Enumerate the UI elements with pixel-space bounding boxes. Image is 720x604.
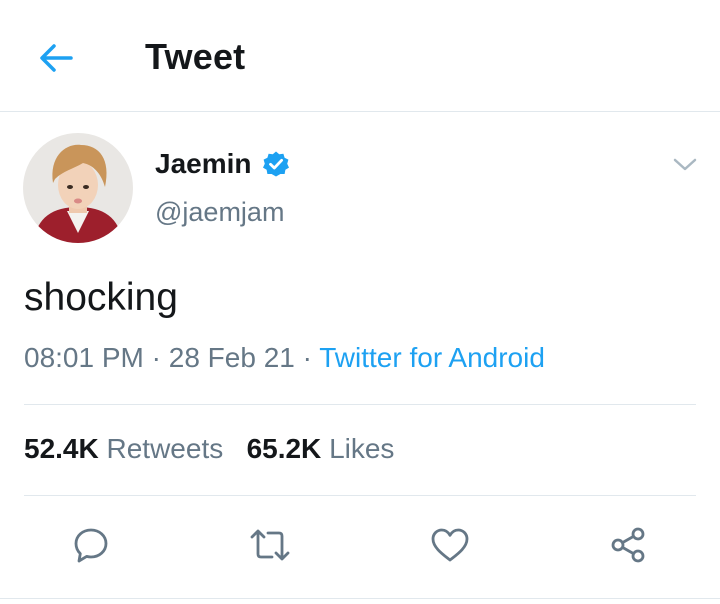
share-button[interactable] — [606, 522, 652, 568]
divider — [24, 404, 696, 405]
tweet-stats: 52.4K Retweets 65.2K Likes — [24, 433, 394, 465]
author-name[interactable]: Jaemin — [155, 148, 252, 180]
share-icon — [611, 527, 645, 563]
action-bar — [0, 516, 720, 576]
author-row: Jaemin — [155, 148, 290, 180]
retweets-label: Retweets — [106, 433, 224, 464]
tweet-text: shocking — [24, 276, 178, 319]
meta-separator: · — [143, 342, 169, 373]
verified-badge-icon — [262, 150, 290, 178]
tweet-source-link[interactable]: Twitter for Android — [319, 342, 545, 373]
tweet-date: 28 Feb 21 — [168, 342, 295, 373]
meta-separator: · — [294, 342, 320, 373]
retweets-count: 52.4K — [24, 433, 99, 464]
tweet-time: 08:01 PM — [24, 342, 144, 373]
avatar[interactable] — [23, 133, 133, 243]
retweets-stat[interactable]: 52.4K Retweets — [24, 433, 223, 464]
like-icon — [431, 528, 469, 562]
likes-label: Likes — [329, 433, 395, 464]
retweet-icon — [250, 529, 290, 561]
arrow-left-icon — [40, 44, 73, 72]
bottom-divider — [0, 598, 720, 599]
top-bar: Tweet — [0, 0, 720, 112]
reply-icon — [74, 528, 108, 563]
like-button[interactable] — [427, 522, 473, 568]
back-button[interactable] — [34, 36, 78, 80]
reply-button[interactable] — [68, 522, 114, 568]
more-options-button[interactable] — [668, 150, 702, 180]
author-handle[interactable]: @jaemjam — [155, 197, 284, 228]
tweet-meta: 08:01 PM · 28 Feb 21 · Twitter for Andro… — [24, 342, 545, 374]
divider — [24, 495, 696, 496]
page-title: Tweet — [145, 36, 246, 77]
chevron-down-icon — [673, 158, 697, 171]
retweet-button[interactable] — [247, 522, 293, 568]
likes-count: 65.2K — [246, 433, 322, 464]
likes-stat[interactable]: 65.2K Likes — [247, 433, 395, 464]
